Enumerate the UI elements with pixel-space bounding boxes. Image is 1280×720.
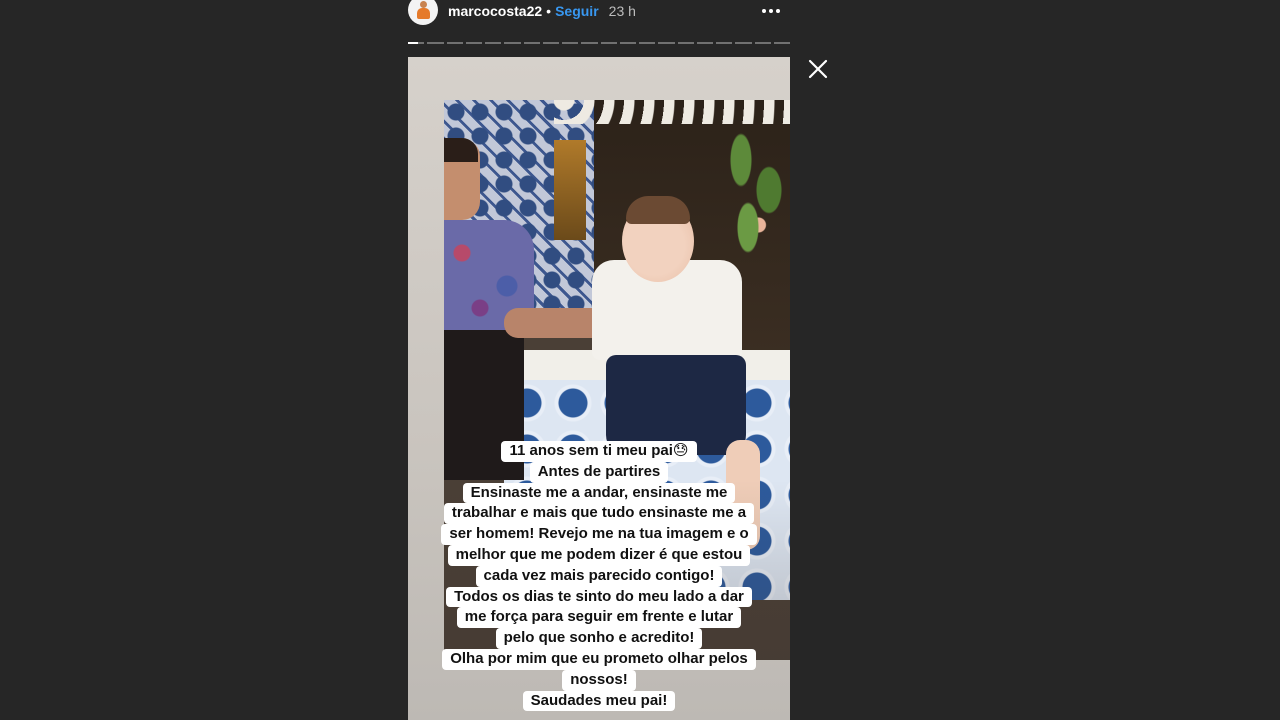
caption-line: Olha por mim que eu prometo olhar pelos <box>442 648 756 670</box>
caption-line: Antes de partires <box>529 461 669 483</box>
progress-segment <box>562 42 579 44</box>
progress-segment <box>465 42 482 44</box>
child-figure-shorts <box>606 355 746 455</box>
photo-flowers <box>720 130 790 280</box>
more-dot <box>769 9 773 13</box>
photo-lace <box>554 100 790 124</box>
avatar-body <box>417 8 430 19</box>
progress-segment <box>773 42 790 44</box>
progress-segment <box>600 42 617 44</box>
progress-segment <box>639 42 656 44</box>
progress-segment <box>446 42 463 44</box>
caption-line: ser homem! Revejo me na tua imagem e o <box>441 524 757 545</box>
close-icon-svg <box>808 59 828 79</box>
caption-line: trabalhar e mais que tudo ensinaste me a <box>443 503 755 525</box>
progress-segment <box>408 42 425 44</box>
username-link[interactable]: marcocosta22 <box>448 3 542 19</box>
caption-line: me força para seguir em frente e lutar <box>456 607 742 629</box>
progress-segment <box>619 42 636 44</box>
avatar[interactable] <box>408 0 438 25</box>
photo-banner <box>554 140 586 240</box>
progress-segment <box>716 42 733 44</box>
progress-fill <box>408 42 418 44</box>
timestamp: 23 h <box>608 3 636 19</box>
story-media[interactable]: 11 anos sem ti meu pai😓 Antes de partires… <box>408 57 790 720</box>
avatar-head <box>420 1 427 8</box>
avatar-figure <box>415 0 431 20</box>
progress-segment <box>754 42 771 44</box>
follow-button[interactable]: Seguir <box>555 3 599 19</box>
story-progress <box>408 42 790 44</box>
caption-line: melhor que me podem dizer é que estou <box>447 544 751 566</box>
more-dot <box>776 9 780 13</box>
progress-segment <box>677 42 694 44</box>
progress-segment <box>523 42 540 44</box>
separator-dot: • <box>546 3 552 19</box>
story-header: marcocosta22 • Seguir 23 h <box>408 0 790 26</box>
father-figure-hair <box>444 138 478 162</box>
more-dot <box>762 9 766 13</box>
close-icon[interactable] <box>806 57 830 81</box>
child-figure-hair <box>626 196 690 224</box>
progress-segment <box>581 42 598 44</box>
progress-segment <box>735 42 752 44</box>
more-horizontal-icon[interactable] <box>762 0 780 22</box>
progress-segment <box>427 42 444 44</box>
story-viewer: marcocosta22 • Seguir 23 h 11 anos sem t… <box>0 0 1280 720</box>
caption-line: Ensinaste me a andar, ensinaste me <box>462 482 736 504</box>
caption-line: Saudades meu pai! <box>522 690 676 712</box>
caption-line: Todos os dias te sinto do meu lado a dar <box>446 586 752 608</box>
progress-segment <box>658 42 675 44</box>
progress-segment <box>485 42 502 44</box>
progress-segment <box>696 42 713 44</box>
caption-line: nossos! <box>562 669 636 691</box>
caption-line: pelo que sonho e acredito! <box>495 628 703 649</box>
caption-line: 11 anos sem ti meu pai😓 <box>501 441 697 462</box>
progress-segment <box>542 42 559 44</box>
story-caption: 11 anos sem ti meu pai😓 Antes de partires… <box>408 441 790 712</box>
caption-line: cada vez mais parecido contigo! <box>475 565 723 587</box>
progress-segment <box>504 42 521 44</box>
